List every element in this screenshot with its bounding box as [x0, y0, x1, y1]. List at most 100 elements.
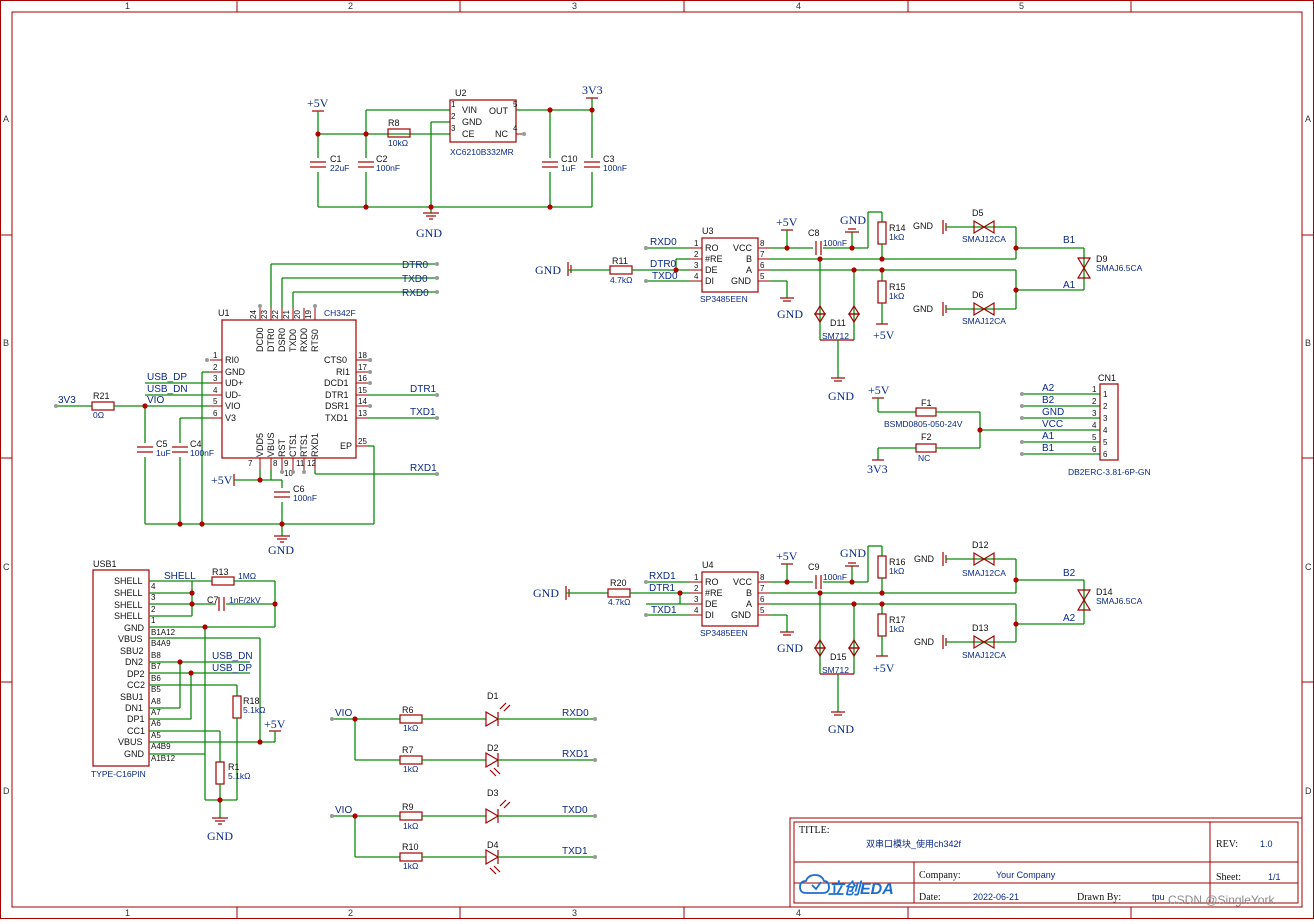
r1-resistor: R1 5.1kΩ	[215, 761, 250, 785]
svg-text:4: 4	[1103, 426, 1108, 435]
svg-text:1kΩ: 1kΩ	[403, 764, 418, 774]
u1-part: CH342F	[324, 308, 356, 318]
svg-text:VDD5: VDD5	[255, 433, 265, 457]
svg-text:DN2: DN2	[125, 657, 143, 667]
svg-text:4.7kΩ: 4.7kΩ	[608, 597, 630, 607]
svg-text:A8: A8	[151, 697, 161, 706]
svg-text:D13: D13	[972, 623, 989, 633]
r11-resistor: R11 4.7kΩ	[609, 256, 633, 285]
u2-ref: U2	[455, 88, 467, 98]
svg-text:C9: C9	[808, 562, 820, 572]
c9-capacitor: C9 100nF	[808, 562, 847, 590]
svg-text:+5V: +5V	[776, 215, 798, 229]
svg-text:A1B12: A1B12	[151, 754, 176, 763]
svg-text:VBUS: VBUS	[118, 634, 143, 644]
svg-text:B1A12: B1A12	[151, 628, 176, 637]
connector-block: +5V F1 BSMD0805-050-24V 3V3 F2 NC A2 B2 …	[867, 373, 1151, 477]
svg-text:DCD0: DCD0	[255, 327, 265, 352]
svg-text:DP2: DP2	[127, 669, 145, 679]
col-label: 3	[572, 908, 577, 918]
svg-text:4: 4	[694, 606, 699, 615]
u1-left-pins: RI0 GND UD+ UD- VIO V3 1 2 3 4 5 6	[205, 351, 246, 423]
svg-text:GND: GND	[731, 276, 752, 286]
svg-text:RXD1: RXD1	[562, 749, 589, 760]
svg-text:R21: R21	[93, 391, 110, 401]
svg-text:GND: GND	[913, 221, 934, 231]
schematic-sheet: 1 2 3 4 5 1 2 3 4 A B C D A B C D +5V 3V…	[0, 0, 1314, 919]
c1-capacitor: C1 22uF	[310, 154, 349, 173]
col-label: 1	[125, 1, 130, 11]
svg-text:100nF: 100nF	[293, 493, 317, 503]
svg-text:1kΩ: 1kΩ	[889, 566, 904, 576]
svg-text:+5V: +5V	[264, 717, 286, 731]
row-label: D	[1305, 786, 1312, 796]
svg-text:B8: B8	[151, 651, 161, 660]
col-label: 2	[348, 908, 353, 918]
svg-text:USB_DN: USB_DN	[212, 651, 253, 662]
svg-text:A4B9: A4B9	[151, 742, 171, 751]
svg-text:SP3485EEN: SP3485EEN	[700, 294, 748, 304]
svg-text:SMAJ12CA: SMAJ12CA	[962, 650, 1006, 660]
svg-text:GND: GND	[416, 226, 442, 240]
gnd-left-label: GND	[535, 263, 561, 277]
tb-drawn-label: Drawn By:	[1077, 892, 1121, 903]
svg-text:A: A	[746, 599, 752, 609]
u2-pin-num: 4	[513, 124, 518, 133]
svg-text:B2: B2	[1042, 395, 1055, 406]
svg-text:4.7kΩ: 4.7kΩ	[610, 275, 632, 285]
svg-text:3: 3	[694, 595, 699, 604]
svg-text:DI: DI	[705, 610, 714, 620]
svg-text:+5V: +5V	[873, 661, 895, 675]
u2-pin: VIN	[462, 105, 477, 115]
svg-text:D4: D4	[487, 840, 499, 850]
svg-text:GND: GND	[268, 543, 294, 557]
tb-sheet-value: 1/1	[1268, 872, 1281, 882]
lceda-logo: 立创EDA	[799, 874, 894, 898]
svg-text:B7: B7	[151, 662, 161, 671]
svg-text:A6: A6	[151, 719, 161, 728]
svg-text:GND: GND	[914, 554, 935, 564]
svg-text:A2: A2	[1063, 613, 1076, 624]
svg-text:A1: A1	[1063, 280, 1076, 291]
gnd-symbol: GND	[416, 212, 442, 240]
title-block: TITLE: 双串口模块_使用ch342f REV: 1.0 Company: …	[789, 817, 1303, 908]
svg-text:B4A9: B4A9	[151, 639, 171, 648]
tb-company-label: Company:	[919, 870, 961, 881]
c8-capacitor: C8 100nF	[808, 228, 847, 256]
row-label: C	[1305, 562, 1312, 572]
svg-text:D11: D11	[830, 318, 846, 328]
svg-text:2: 2	[151, 605, 156, 614]
r16-resistor: R16 1kΩ	[877, 555, 906, 579]
svg-text:C7: C7	[207, 595, 219, 605]
svg-text:14: 14	[358, 397, 367, 406]
c10-capacitor: C10 1uF	[542, 154, 578, 173]
svg-text:GND: GND	[533, 586, 559, 600]
svg-text:UD-: UD-	[225, 390, 241, 400]
svg-text:RO: RO	[705, 243, 719, 253]
svg-text:D6: D6	[972, 290, 984, 300]
svg-text:A5: A5	[151, 731, 161, 740]
svg-text:5.1kΩ: 5.1kΩ	[228, 771, 250, 781]
col-label: 1	[125, 908, 130, 918]
svg-text:100nF: 100nF	[823, 572, 847, 582]
c6-capacitor: C6 100nF	[274, 484, 317, 503]
svg-text:RXD1: RXD1	[649, 571, 676, 582]
gnd-symbol: GND	[268, 535, 294, 557]
f2-fuse: F2 NC	[915, 432, 937, 463]
svg-text:GND: GND	[124, 623, 145, 633]
u2-pin: GND	[462, 117, 483, 127]
svg-text:22: 22	[271, 310, 280, 319]
net-dtr1: DTR1	[410, 384, 437, 395]
svg-text:4: 4	[1092, 421, 1097, 430]
svg-text:SMAJ12CA: SMAJ12CA	[962, 568, 1006, 578]
svg-text:22uF: 22uF	[330, 163, 349, 173]
svg-text:3: 3	[694, 261, 699, 270]
svg-text:5: 5	[760, 606, 765, 615]
svg-text:CC1: CC1	[127, 726, 145, 736]
svg-text:6: 6	[760, 595, 765, 604]
svg-text:D2: D2	[487, 743, 499, 753]
svg-text:GND: GND	[777, 641, 803, 655]
svg-text:DTR1: DTR1	[325, 390, 349, 400]
row-label: B	[1305, 338, 1311, 348]
svg-text:RXD0: RXD0	[562, 708, 589, 719]
